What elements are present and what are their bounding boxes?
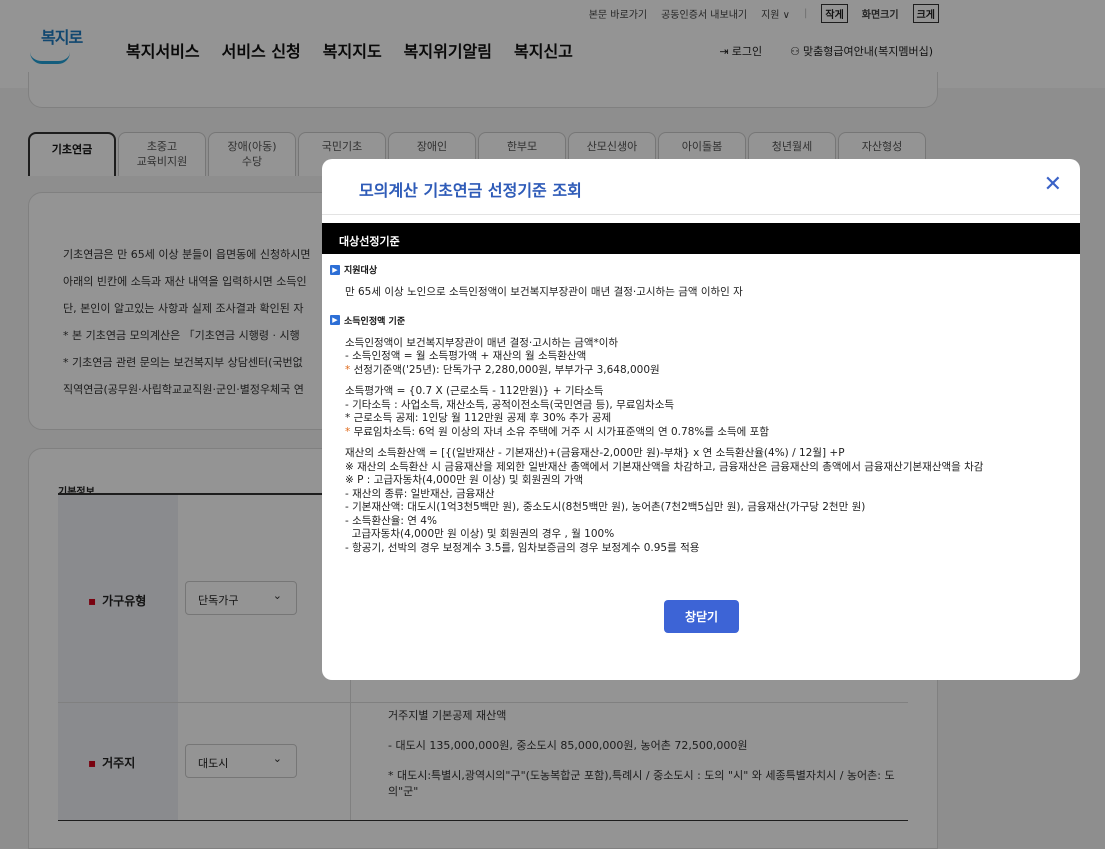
criteria-line: - 소득인정액 = 월 소득평가액 + 재산의 월 소득환산액 [345, 350, 587, 362]
target-text: 만 65세 이상 노인으로 소득인정액이 보건복지부장관이 매년 결정·고시하는… [345, 286, 743, 298]
criteria-line: - 항공기, 선박의 경우 보정계수 3.5를, 임차보증금의 경우 보정계수 … [345, 541, 700, 554]
criteria-line: * 근로소득 공제: 1인당 월 112만원 공제 후 30% 추가 공제 [345, 412, 612, 424]
arrow-right-icon: ▶ [330, 264, 340, 275]
target-heading: ▶ 지원대상 [330, 263, 1080, 276]
modal-header: 모의계산 기초연금 선정기준 조회 ✕ [322, 159, 1080, 215]
section-title-bar: 대상선정기준 [322, 223, 1080, 254]
criteria-highlight-line: * 선정기준액('25년): 단독가구 2,280,000원, 부부가구 3,6… [345, 363, 660, 376]
criteria-line: 소득인정액이 보건복지부장관이 매년 결정·고시하는 금액*이하 [345, 336, 619, 349]
modal-title: 모의계산 기초연금 선정기준 조회 [359, 181, 582, 200]
criteria-line: - 기본재산액: 대도시(1억3천5백만 원), 중소도시(8천5백만 원), … [345, 501, 866, 513]
income-heading-text: 소득인정액 기준 [344, 316, 406, 327]
criteria-line: - 소득환산율: 연 4% [345, 514, 437, 527]
target-heading-text: 지원대상 [344, 266, 378, 276]
criteria-line: 고급자동차(4,000만 원 이상) 및 회원권의 경우 , 월 100% [345, 528, 615, 540]
close-icon[interactable]: ✕ [1044, 173, 1062, 197]
criteria-line: 재산의 소득환산액 = [{(일반재산 - 기본재산)+(금융재산-2,000만… [345, 447, 845, 459]
criteria-line: - 기타소득 : 사업소득, 재산소득, 공적이전소득(국민연금 등), 무료임… [345, 398, 675, 411]
criteria-modal: 모의계산 기초연금 선정기준 조회 ✕ 대상선정기준 ▶ 지원대상 만 65세 이… [322, 159, 1080, 680]
criteria-highlight-text: 선정기준액('25년): 단독가구 2,280,000원, 부부가구 3,648… [353, 363, 660, 376]
criteria-highlight-line: * 무료임차소득: 6억 원 이상의 자녀 소유 주택에 거주 시 시가표준액의… [345, 425, 769, 438]
criteria-line: ※ P : 고급자동차(4,000만 원 이상) 및 회원권의 가액 [345, 474, 584, 486]
criteria-highlight-text: 무료임차소득: 6억 원 이상의 자녀 소유 주택에 거주 시 시가표준액의 연… [353, 425, 769, 438]
criteria-line: - 재산의 종류: 일반재산, 금융재산 [345, 487, 495, 500]
close-button[interactable]: 창닫기 [664, 600, 739, 633]
criteria-line: 소득평가액 = {0.7 X (근로소득 - 112만원)} + 기타소득 [345, 385, 604, 397]
criteria-line: ※ 재산의 소득환산 시 금융재산을 제외한 일반재산 총액에서 기본재산액을 … [345, 460, 984, 473]
arrow-right-icon: ▶ [330, 315, 340, 325]
modal-body: ▶ 지원대상 만 65세 이상 노인으로 소득인정액이 보건복지부장관이 매년 결… [322, 263, 1080, 555]
income-heading: ▶ 소득인정액 기준 [330, 314, 1080, 327]
